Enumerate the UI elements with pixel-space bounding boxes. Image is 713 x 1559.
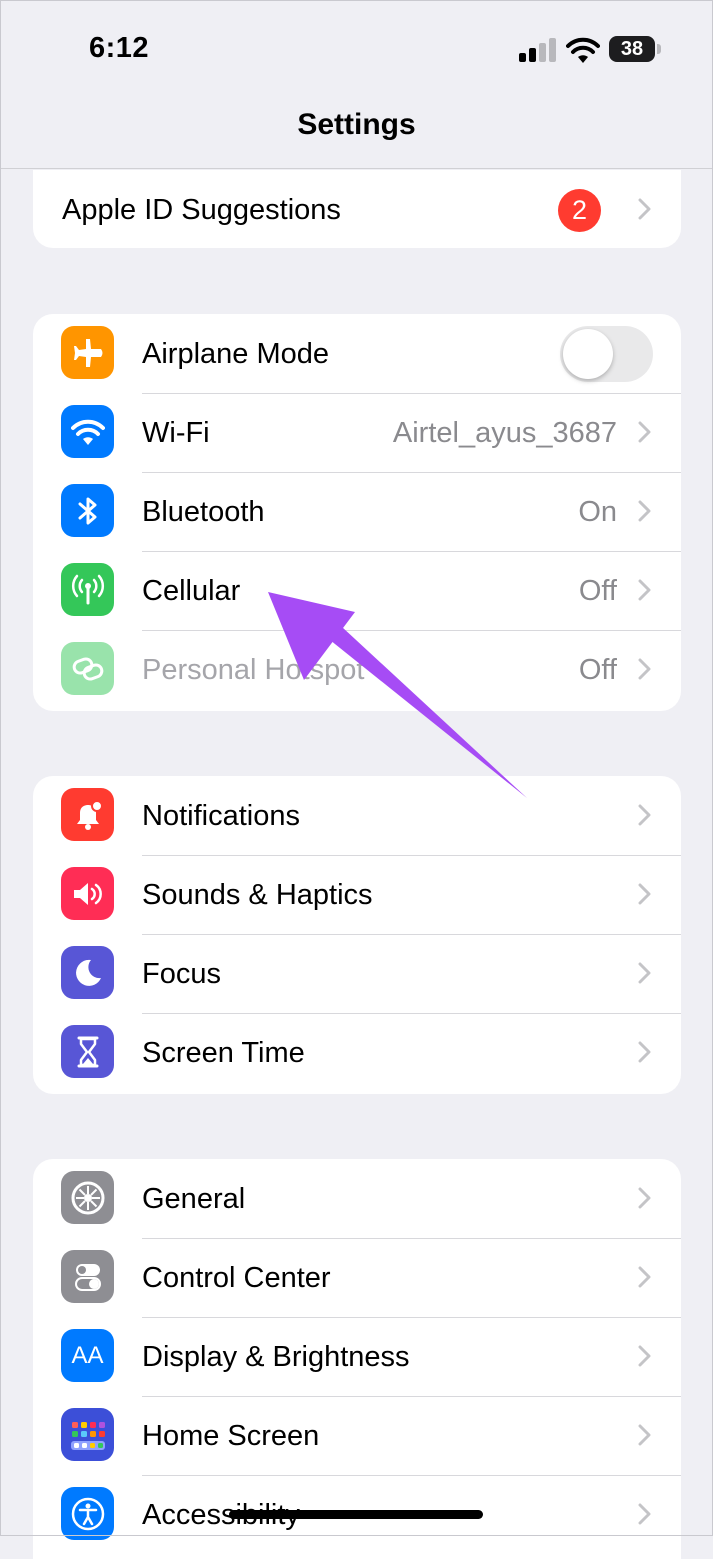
notification-badge: 2 <box>558 189 601 232</box>
battery-tip <box>657 44 661 54</box>
row-label: Personal Hotspot <box>142 654 365 686</box>
row-label: Apple ID Suggestions <box>62 194 341 226</box>
home-indicator[interactable] <box>229 1510 483 1519</box>
wifi-row[interactable]: Wi-Fi Airtel_ayus_3687 <box>33 393 681 472</box>
suggestions-group: Apple ID Suggestions 2 <box>33 170 681 248</box>
row-label: Wi-Fi <box>142 417 210 449</box>
screen-time-row[interactable]: Screen Time <box>33 1013 681 1092</box>
control-center-row[interactable]: Control Center <box>33 1238 681 1317</box>
page-title: Settings <box>297 108 416 141</box>
gear-icon <box>61 1171 114 1224</box>
row-label: Focus <box>142 958 221 990</box>
hourglass-icon <box>61 1025 114 1078</box>
moon-icon <box>61 946 114 999</box>
cellular-row[interactable]: Cellular Off <box>33 551 681 630</box>
text-size-icon: AA <box>61 1329 114 1382</box>
row-value: On <box>578 496 617 528</box>
hotspot-link-icon <box>61 642 114 695</box>
wifi-status-icon <box>566 37 600 63</box>
row-label: Display & Brightness <box>142 1341 410 1373</box>
row-label: General <box>142 1183 246 1215</box>
general-row[interactable]: General <box>33 1159 681 1238</box>
row-value: Off <box>578 575 617 607</box>
row-label: Notifications <box>142 800 300 832</box>
speaker-icon <box>61 867 114 920</box>
chevron-right-icon <box>638 198 651 220</box>
chevron-right-icon <box>638 1187 651 1209</box>
home-screen-row[interactable]: Home Screen <box>33 1396 681 1475</box>
battery-icon: 38 <box>609 36 655 62</box>
row-label: Cellular <box>142 575 241 607</box>
bluetooth-icon <box>61 484 114 537</box>
bell-icon <box>61 788 114 841</box>
chevron-right-icon <box>638 1266 651 1288</box>
row-label: Sounds & Haptics <box>142 879 373 911</box>
chevron-right-icon <box>638 579 651 601</box>
status-bar: 6:12 38 <box>0 0 713 100</box>
row-value: Airtel_ayus_3687 <box>392 417 617 449</box>
chevron-right-icon <box>638 421 651 443</box>
chevron-right-icon <box>638 1345 651 1367</box>
airplane-mode-row[interactable]: Airplane Mode <box>33 314 681 393</box>
battery-level: 38 <box>620 38 644 60</box>
sounds-haptics-row[interactable]: Sounds & Haptics <box>33 855 681 934</box>
notifications-group: Notifications Sounds & Haptics Focus Scr… <box>33 776 681 1094</box>
chevron-right-icon <box>638 500 651 522</box>
personal-hotspot-row[interactable]: Personal Hotspot Off <box>33 630 681 709</box>
antenna-icon <box>61 563 114 616</box>
chevron-right-icon <box>638 1041 651 1063</box>
bluetooth-row[interactable]: Bluetooth On <box>33 472 681 551</box>
apple-id-suggestions-row[interactable]: Apple ID Suggestions 2 <box>33 170 681 248</box>
text-size-icon-glyph: AA <box>71 1341 104 1369</box>
cellular-signal-icon <box>519 38 556 62</box>
row-label: Bluetooth <box>142 496 265 528</box>
row-label: Screen Time <box>142 1037 305 1069</box>
airplane-mode-toggle[interactable] <box>560 326 653 382</box>
row-label: Control Center <box>142 1262 331 1294</box>
wifi-icon <box>61 405 114 458</box>
general-group: General Control Center AA Display & Brig… <box>33 1159 681 1559</box>
connectivity-group: Airplane Mode Wi-Fi Airtel_ayus_3687 Blu… <box>33 314 681 711</box>
accessibility-icon <box>61 1487 114 1540</box>
chevron-right-icon <box>638 883 651 905</box>
airplane-icon <box>61 326 114 379</box>
notifications-row[interactable]: Notifications <box>33 776 681 855</box>
focus-row[interactable]: Focus <box>33 934 681 1013</box>
nav-divider <box>0 168 713 169</box>
display-brightness-row[interactable]: AA Display & Brightness <box>33 1317 681 1396</box>
row-label: Home Screen <box>142 1420 320 1452</box>
chevron-right-icon <box>638 1424 651 1446</box>
chevron-right-icon <box>638 1503 651 1525</box>
row-label: Airplane Mode <box>142 338 329 370</box>
switches-icon <box>61 1250 114 1303</box>
chevron-right-icon <box>638 658 651 680</box>
chevron-right-icon <box>638 962 651 984</box>
chevron-right-icon <box>638 804 651 826</box>
app-grid-icon <box>61 1408 114 1461</box>
status-time: 6:12 <box>89 32 150 64</box>
row-value: Off <box>578 654 617 686</box>
